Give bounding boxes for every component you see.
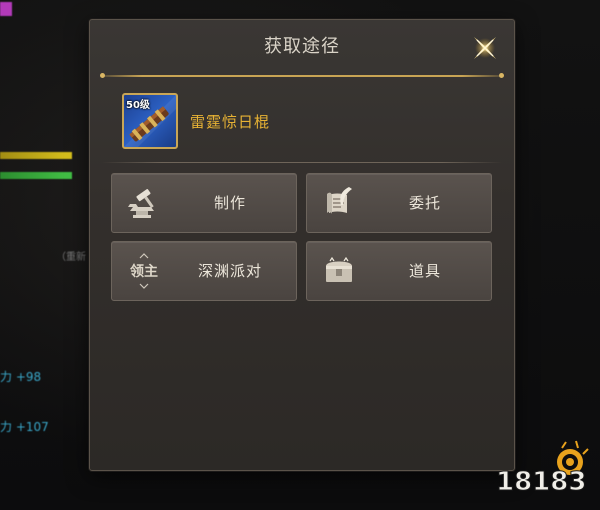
acquisition-dialog: 获取途径 50级 雷霆惊日棍 制作 委托 领主 深渊派对 道具 xyxy=(89,19,515,471)
props-button[interactable]: 道具 xyxy=(306,241,492,301)
commission-label: 委托 xyxy=(408,194,441,212)
item-row: 50级 雷霆惊日棍 xyxy=(122,93,270,149)
abyss-party-label: 深渊派对 xyxy=(197,262,262,280)
close-button[interactable] xyxy=(469,32,501,64)
abyss-party-button[interactable]: 领主 深渊派对 xyxy=(111,241,297,301)
treasure-chest-icon xyxy=(326,256,352,282)
close-icon xyxy=(474,37,496,59)
yellow-bar xyxy=(0,152,72,159)
item-name: 雷霆惊日棍 xyxy=(190,112,271,131)
item-icon[interactable]: 50级 xyxy=(122,93,178,149)
section-divider xyxy=(102,162,502,163)
craft-label: 制作 xyxy=(213,194,246,212)
commission-button[interactable]: 委托 xyxy=(306,173,492,233)
18183-logo-icon: 18183 xyxy=(496,440,589,498)
green-bar xyxy=(0,172,72,179)
craft-button[interactable]: 制作 xyxy=(111,173,297,233)
props-label: 道具 xyxy=(408,262,441,280)
scroll-quill-icon xyxy=(327,187,352,214)
anvil-hammer-icon xyxy=(128,189,154,218)
stat-line-2: 力 +107 xyxy=(0,420,49,434)
bracket-text: （重新 xyxy=(56,252,86,263)
site-logo-watermark: 18183 xyxy=(492,438,592,498)
title-divider xyxy=(100,73,504,78)
lord-icon-text: 领主 xyxy=(130,264,158,280)
game-screen: （重新 力 +98 力 +107 获取途径 50级 雷霆惊日棍 制作 委托 领主… xyxy=(0,0,600,510)
level-badge: 50级 xyxy=(126,100,150,111)
stat-line-1: 力 +98 xyxy=(0,370,42,384)
svg-text:18183: 18183 xyxy=(496,467,586,497)
rarity-tag xyxy=(0,2,12,16)
lord-icon: 领主 xyxy=(124,251,164,291)
dialog-title: 获取途径 xyxy=(264,36,340,57)
